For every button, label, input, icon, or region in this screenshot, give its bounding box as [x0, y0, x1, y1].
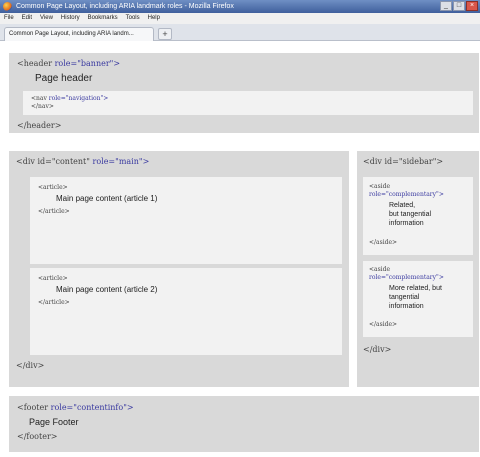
- main-content-region: <div id="content" role="main"> <article>…: [9, 151, 349, 387]
- content-close-tag: </div>: [16, 361, 45, 370]
- footer-region: <footer role="contentinfo"> Page Footer …: [9, 396, 479, 452]
- menu-item-view[interactable]: View: [40, 13, 53, 24]
- sidebar-close-tag: </div>: [363, 345, 392, 354]
- article-1-close-tag: </article>: [38, 208, 70, 215]
- aside-2-text: More related, but tangential information: [389, 285, 442, 310]
- footer-close-tag: </footer>: [17, 432, 58, 441]
- tab-strip: Common Page Layout, including ARIA landm…: [0, 24, 480, 41]
- content-open-tag: <div id="content" role="main">: [16, 157, 150, 166]
- aside-1-close-tag: </aside>: [369, 239, 398, 246]
- new-tab-button[interactable]: +: [158, 28, 172, 40]
- nav-region: <nav role="navigation"> </nav>: [23, 91, 473, 115]
- aside-1: <aside role="complementary"> Related, bu…: [363, 177, 473, 255]
- page-header-text: Page header: [35, 73, 93, 84]
- aside-1-open-tag: <aside: [369, 183, 390, 190]
- menu-item-file[interactable]: File: [4, 13, 14, 24]
- aside-2-open-tag: <aside: [369, 266, 390, 273]
- page-footer-text: Page Footer: [29, 417, 79, 427]
- window-titlebar: Common Page Layout, including ARIA landm…: [0, 0, 480, 13]
- header-close-tag: </header>: [17, 121, 62, 130]
- window-title: Common Page Layout, including ARIA landm…: [16, 3, 234, 10]
- firefox-icon: [3, 2, 12, 11]
- window-controls: _ □ ×: [440, 1, 478, 11]
- menu-item-help[interactable]: Help: [148, 13, 160, 24]
- nav-open-tag: <nav role="navigation">: [31, 95, 109, 102]
- sidebar-region: <div id="sidebar"> <aside role="compleme…: [357, 151, 479, 387]
- menu-item-bookmarks[interactable]: Bookmarks: [88, 13, 118, 24]
- menu-bar: File Edit View History Bookmarks Tools H…: [0, 13, 480, 24]
- sidebar-open-tag: <div id="sidebar">: [363, 157, 444, 166]
- menu-item-edit[interactable]: Edit: [22, 13, 32, 24]
- article-2: <article> Main page content (article 2) …: [30, 268, 342, 355]
- aside-1-role: role="complementary">: [369, 191, 444, 198]
- browser-tab[interactable]: Common Page Layout, including ARIA landm…: [4, 27, 154, 41]
- article-2-open-tag: <article>: [38, 275, 68, 282]
- minimize-button[interactable]: _: [440, 1, 452, 11]
- header-region: <header role="banner"> Page header <nav …: [9, 53, 479, 133]
- footer-open-tag: <footer role="contentinfo">: [17, 403, 134, 412]
- menu-item-tools[interactable]: Tools: [126, 13, 140, 24]
- article-2-close-tag: </article>: [38, 299, 70, 306]
- article-1-text: Main page content (article 1): [56, 194, 158, 203]
- page-viewport: <header role="banner"> Page header <nav …: [0, 42, 480, 457]
- aside-1-text: Related, but tangential information: [389, 202, 432, 227]
- aside-2: <aside role="complementary"> More relate…: [363, 261, 473, 337]
- close-button[interactable]: ×: [466, 1, 478, 11]
- aside-2-role: role="complementary">: [369, 274, 444, 281]
- header-open-tag: <header role="banner">: [17, 59, 121, 68]
- aside-2-close-tag: </aside>: [369, 321, 398, 328]
- menu-item-history[interactable]: History: [61, 13, 80, 24]
- nav-close-tag: </nav>: [31, 103, 54, 110]
- article-1: <article> Main page content (article 1) …: [30, 177, 342, 264]
- article-2-text: Main page content (article 2): [56, 285, 158, 294]
- article-1-open-tag: <article>: [38, 184, 68, 191]
- maximize-button[interactable]: □: [453, 1, 465, 11]
